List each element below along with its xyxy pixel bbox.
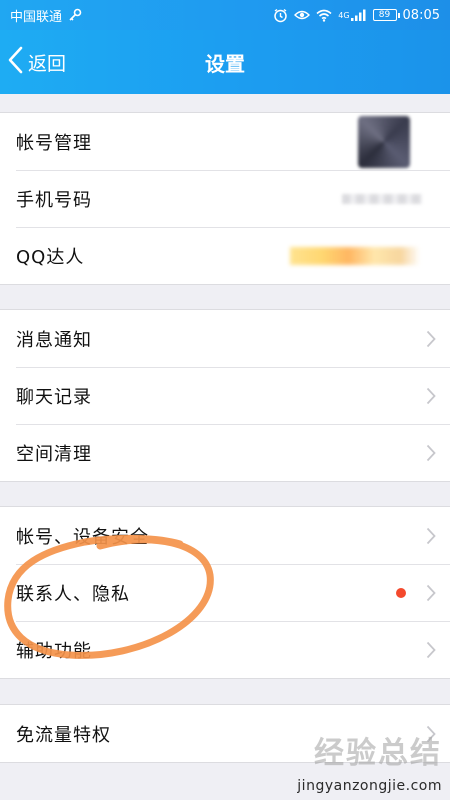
battery-icon: 89 xyxy=(372,9,400,21)
row-account-device-security[interactable]: 帐号、设备安全 xyxy=(0,507,450,564)
chevron-right-icon xyxy=(426,641,436,663)
row-chat-history[interactable]: 聊天记录 xyxy=(0,367,450,424)
notification-dot xyxy=(396,587,406,598)
account-group: 帐号管理 手机号码 QQ达人 xyxy=(0,112,450,285)
chevron-right-icon xyxy=(426,387,436,409)
alarm-icon xyxy=(273,8,288,23)
row-qq-expert[interactable]: QQ达人 xyxy=(0,227,450,284)
privacy-group: 帐号、设备安全 联系人、隐私 辅助功能 xyxy=(0,506,450,679)
row-phone-number[interactable]: 手机号码 xyxy=(0,170,450,227)
row-label: 帐号、设备安全 xyxy=(16,526,149,548)
network-type-label: 4G xyxy=(338,10,350,20)
battery-level: 89 xyxy=(378,9,391,20)
page-title: 设置 xyxy=(205,51,245,76)
chevron-right-icon xyxy=(426,584,436,606)
row-label: 空间清理 xyxy=(16,443,92,465)
row-storage-cleanup[interactable]: 空间清理 xyxy=(0,424,450,481)
chevron-right-icon xyxy=(426,330,436,352)
row-label: 消息通知 xyxy=(16,329,92,351)
chevron-right-icon xyxy=(426,527,436,549)
messages-group: 消息通知 聊天记录 空间清理 xyxy=(0,309,450,482)
clock-time: 08:05 xyxy=(402,7,440,23)
avatar xyxy=(358,115,410,168)
key-icon xyxy=(68,8,82,22)
chevron-left-icon xyxy=(6,45,24,79)
row-message-notifications[interactable]: 消息通知 xyxy=(0,310,450,367)
chevron-right-icon xyxy=(426,444,436,466)
signal-icon: 4G xyxy=(338,9,366,21)
qq-expert-badge-redacted xyxy=(290,246,420,265)
back-label: 返回 xyxy=(28,52,67,75)
wifi-icon xyxy=(316,9,332,22)
back-button[interactable]: 返回 xyxy=(6,30,66,94)
row-label: 联系人、隐私 xyxy=(16,583,130,605)
watermark-url: jingyanzongjie.com xyxy=(297,778,442,794)
phone-number-value-redacted xyxy=(342,193,422,204)
watermark-logo: 经验总结 xyxy=(314,736,442,771)
row-label: 聊天记录 xyxy=(16,386,92,408)
row-label: 辅助功能 xyxy=(16,640,92,662)
nav-bar: 返回 设置 xyxy=(0,30,450,94)
row-account-management[interactable]: 帐号管理 xyxy=(0,113,450,170)
status-bar: 中国联通 4G 89 08:05 xyxy=(0,0,450,30)
row-contacts-privacy[interactable]: 联系人、隐私 xyxy=(0,564,450,621)
carrier-label: 中国联通 xyxy=(10,9,63,25)
row-accessibility[interactable]: 辅助功能 xyxy=(0,621,450,678)
eye-icon xyxy=(294,9,311,21)
